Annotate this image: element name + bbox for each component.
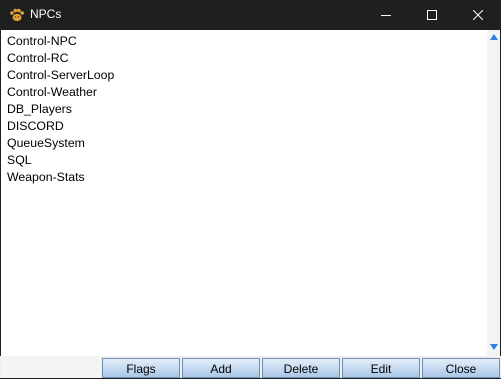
npc-list-item[interactable]: Control-Weather: [7, 84, 114, 101]
close-icon: [473, 10, 483, 20]
app-pawprint-icon: [9, 8, 25, 22]
npc-list-item[interactable]: SQL: [7, 152, 114, 169]
npc-list-item[interactable]: Control-NPC: [7, 33, 114, 50]
maximize-button[interactable]: [409, 0, 455, 30]
npc-list-item[interactable]: DB_Players: [7, 101, 114, 118]
close-window-button[interactable]: [455, 0, 501, 30]
delete-button[interactable]: Delete: [262, 358, 340, 378]
npc-list-item[interactable]: Control-ServerLoop: [7, 67, 114, 84]
button-bar-spacer: [1, 356, 101, 378]
button-bar: Flags Add Delete Edit Close: [0, 356, 501, 378]
maximize-icon: [427, 10, 437, 20]
npc-list-item[interactable]: DISCORD: [7, 118, 114, 135]
flags-button[interactable]: Flags: [102, 358, 180, 378]
npc-list-item[interactable]: QueueSystem: [7, 135, 114, 152]
npc-list[interactable]: Control-NPC Control-RC Control-ServerLoo…: [7, 33, 114, 186]
title-bar: NPCs: [0, 0, 501, 30]
npc-list-item[interactable]: Weapon-Stats: [7, 169, 114, 186]
minimize-icon: [381, 15, 391, 16]
scroll-up-arrow-icon[interactable]: [490, 34, 498, 40]
npc-list-item[interactable]: Control-RC: [7, 50, 114, 67]
add-button[interactable]: Add: [182, 358, 260, 378]
edit-button[interactable]: Edit: [342, 358, 420, 378]
npc-list-panel[interactable]: Control-NPC Control-RC Control-ServerLoo…: [1, 30, 487, 356]
window-title: NPCs: [30, 7, 62, 21]
scroll-down-arrow-icon[interactable]: [490, 344, 498, 350]
close-button[interactable]: Close: [422, 358, 500, 378]
vertical-scrollbar[interactable]: [487, 30, 500, 356]
minimize-button[interactable]: [363, 0, 409, 30]
